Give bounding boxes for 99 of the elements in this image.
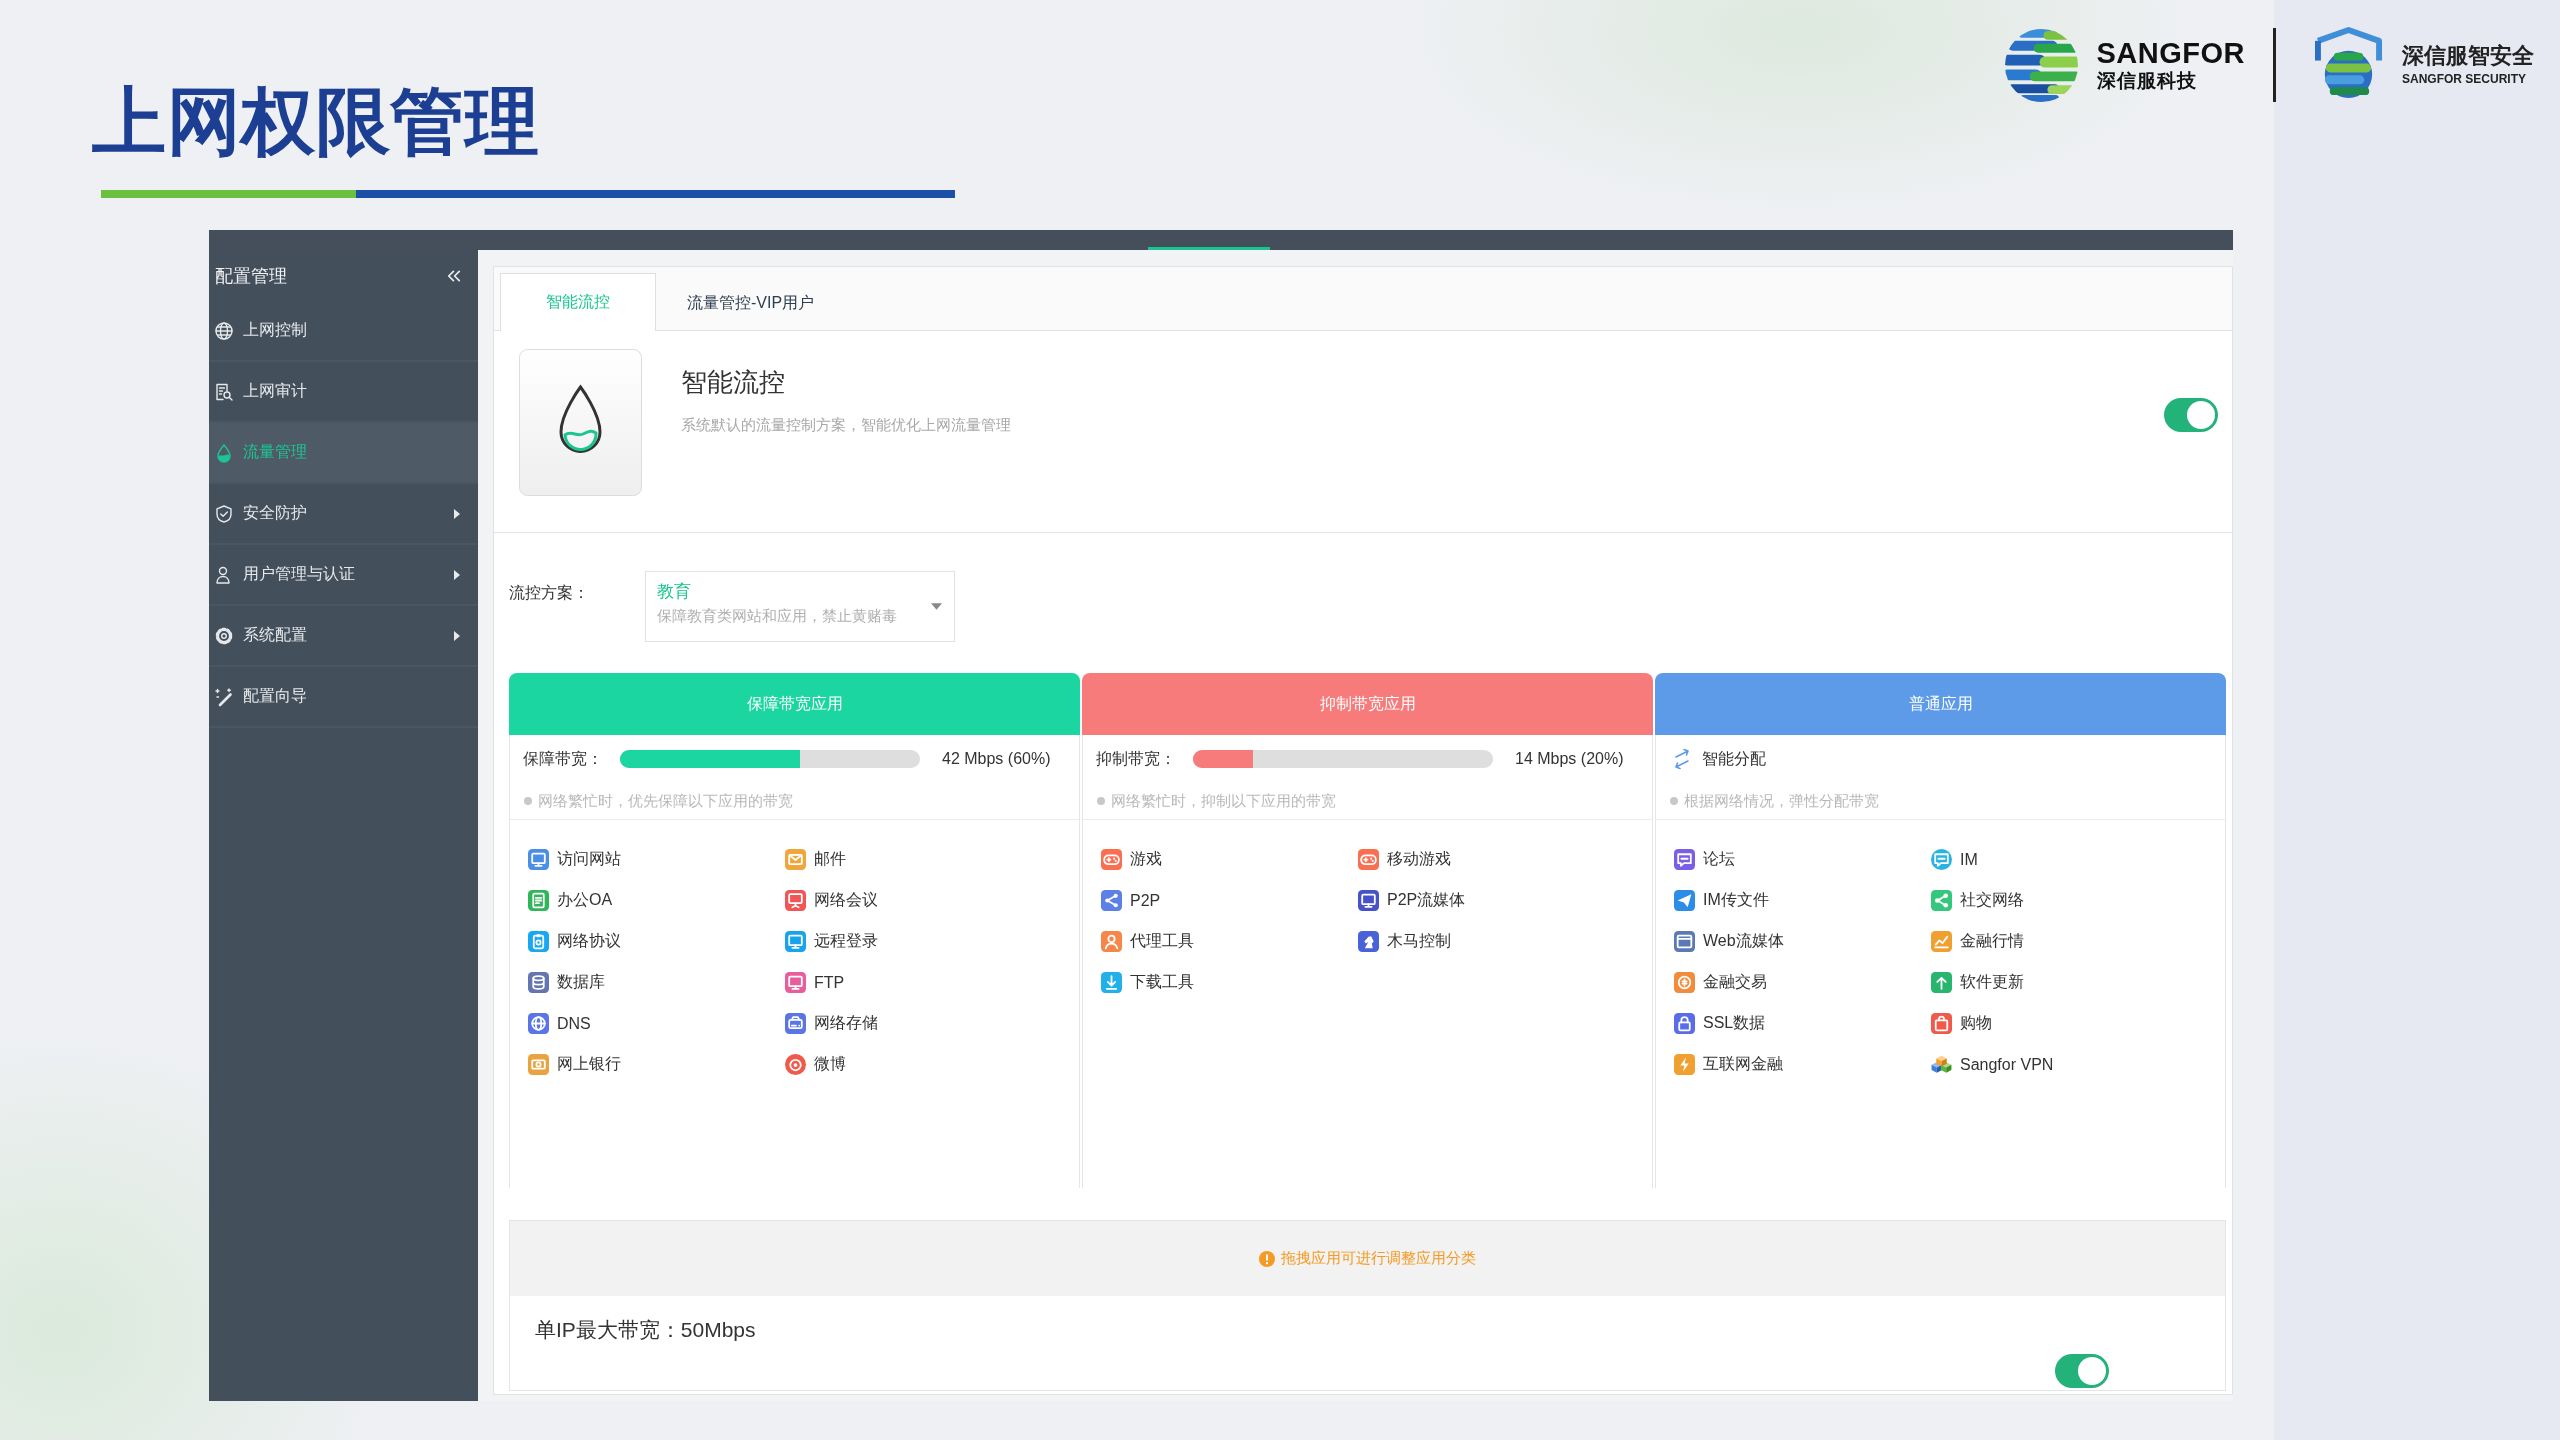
notice-text: 拖拽应用可进行调整应用分类 [1281,1249,1476,1268]
app-label[interactable]: 代理工具 [1130,931,1194,952]
app-label[interactable]: 网络协议 [557,931,621,952]
app-label[interactable]: 访问网站 [557,849,621,870]
app-label[interactable]: 网络存储 [814,1013,878,1034]
app-label[interactable]: 办公OA [557,890,613,911]
target-icon [785,1054,806,1075]
app-label[interactable]: P2P [1130,891,1161,910]
hint-text: 根据网络情况，弹性分配带宽 [1684,791,1879,811]
database-icon [528,972,549,993]
settings-icon [214,625,234,646]
monitor-icon [785,931,806,952]
mode-label: 智能分配 [1702,748,1766,769]
app-label[interactable]: 购物 [1960,1013,1992,1034]
gamepad-icon [1101,849,1122,870]
banknote-icon [528,1054,549,1075]
drop-icon [214,442,234,463]
bullet-dot-icon [524,797,532,805]
feature-description: 系统默认的流量控制方案，智能优化上网流量管理 [681,415,1012,435]
document-search-icon [214,381,234,402]
bullet-dot-icon [1670,797,1678,805]
presentation-board-icon [785,890,806,911]
app-label[interactable]: 金融行情 [1960,931,2024,952]
bandwidth-label: 保障带宽： [523,748,604,769]
drop-icon [519,349,642,496]
globe-icon [528,1013,549,1034]
app-label[interactable]: Web流媒体 [1703,931,1784,952]
app-label[interactable]: 数据库 [557,972,605,993]
globe-icon [214,320,234,341]
line-chart-icon [1931,931,1952,952]
bandwidth-reading: 14 Mbps (20%) [1515,750,1624,768]
gamepad-icon [1358,849,1379,870]
app-label[interactable]: 金融交易 [1703,972,1767,993]
document-icon [528,890,549,911]
bullet-dot-icon [1097,797,1105,805]
hint-text: 网络繁忙时，抑制以下应用的带宽 [1111,791,1336,811]
clipboard-icon [528,931,549,952]
app-label[interactable]: P2P流媒体 [1387,890,1466,911]
column-header: 保障带宽应用 [509,673,1080,735]
caret-icon [931,603,942,610]
app-label[interactable]: 论坛 [1703,849,1735,870]
app-label[interactable]: IM传文件 [1703,890,1769,911]
shield-check-icon [214,503,234,524]
app-label[interactable]: 互联网金融 [1703,1054,1783,1075]
alert-icon [1259,1250,1275,1267]
paper-plane-icon [1674,890,1695,911]
cubes-icon [1931,1054,1952,1075]
app-label[interactable]: FTP [814,973,845,992]
chat-bubble-icon [1931,849,1952,870]
app-label[interactable]: 邮件 [814,849,846,870]
toggle-switch[interactable] [2055,1354,2109,1388]
app-label[interactable]: 微博 [814,1054,846,1075]
app-label[interactable]: 木马控制 [1387,931,1451,952]
app-label[interactable]: 远程登录 [814,931,878,952]
lightning-icon [1674,1054,1695,1075]
globe-logo-icon [2003,27,2079,103]
app-label[interactable]: 网上银行 [557,1054,621,1075]
logo-tagline: SANGFOR SECURITY [2402,71,2527,88]
bandwidth-label: 抑制带宽： [1096,748,1177,769]
app-label[interactable]: 网络会议 [814,890,878,911]
person-icon [1101,931,1122,952]
logo-tagline: 深信服科技 [2096,69,2198,93]
app-label[interactable]: 社交网络 [1960,890,2024,911]
coin-icon [1674,972,1695,993]
lock-icon [1674,1013,1695,1034]
app-label[interactable]: DNS [557,1014,591,1033]
browser-window-icon [1674,931,1695,952]
collapse-icon[interactable] [447,269,461,282]
app-label[interactable]: 软件更新 [1960,972,2024,993]
field-label: 流控方案： [509,583,590,603]
limit-label: 单IP最大带宽：50Mbps [535,1317,756,1343]
monitor-icon [1358,890,1379,911]
tab[interactable]: 流量管控-VIP用户 [656,274,848,331]
app-label[interactable]: 移动游戏 [1387,849,1451,870]
app-label[interactable]: IM [1960,850,1978,869]
share-icon [1931,890,1952,911]
chess-knight-icon [1358,931,1379,952]
wand-icon [214,686,234,707]
nodes-icon [1101,890,1122,911]
hint-text: 网络繁忙时，优先保障以下应用的带宽 [538,791,793,811]
app-label[interactable]: SSL数据 [1703,1013,1766,1034]
sidebar-title: 配置管理 [215,264,287,288]
column-header: 抑制带宽应用 [1082,673,1653,735]
app-label[interactable]: 下载工具 [1130,972,1194,993]
logo-wordmark: 深信服智安全 [2402,42,2534,70]
envelope-icon [785,849,806,870]
hard-drive-icon [785,1013,806,1034]
bandwidth-reading: 42 Mbps (60%) [942,750,1051,768]
monitor-icon [528,849,549,870]
toggle-switch[interactable] [2164,398,2218,432]
slide-title: 上网权限管理 [92,79,540,165]
feature-title: 智能流控 [681,366,786,399]
app-label[interactable]: Sangfor VPN [1960,1055,2054,1074]
shopping-bag-icon [1931,1013,1952,1034]
chat-bubble-icon [1674,849,1695,870]
column-header: 普通应用 [1655,673,2226,735]
app-label[interactable]: 游戏 [1130,849,1162,870]
monitor-icon [785,972,806,993]
logo-wordmark: SANGFOR [2096,37,2245,69]
